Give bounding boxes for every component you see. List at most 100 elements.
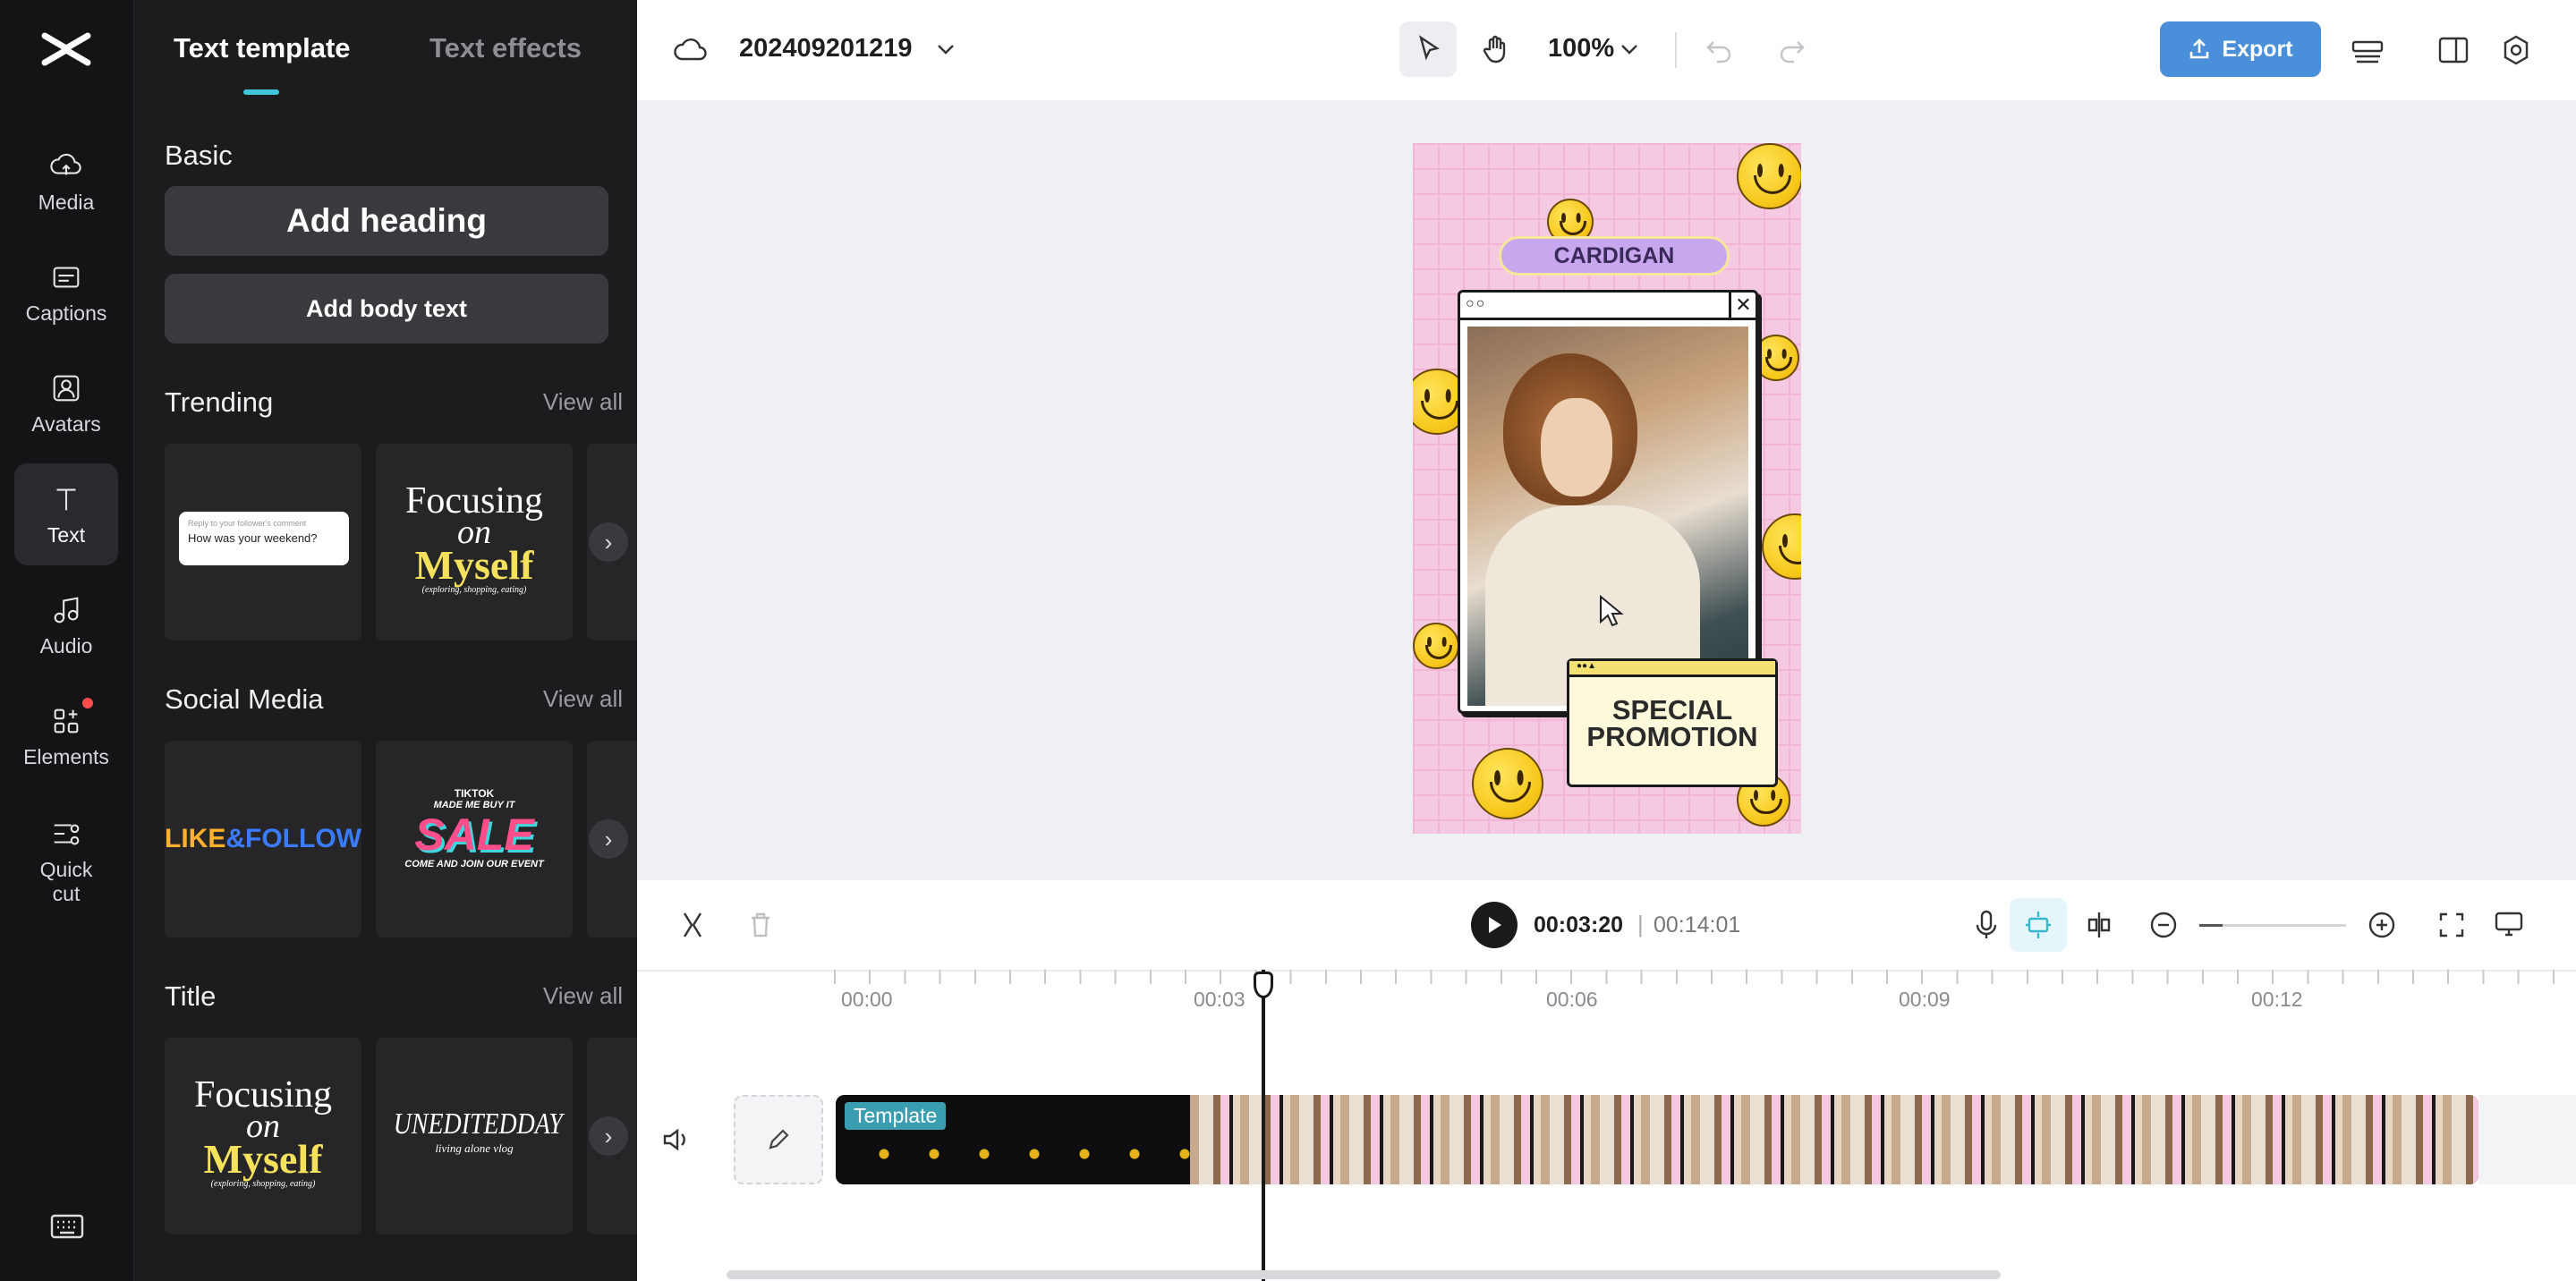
timeline-horizontal-scrollbar[interactable] [727, 1270, 2001, 1279]
comment-bubble: Reply to your follower's comment How was… [179, 512, 349, 565]
split-clip-button[interactable] [675, 907, 710, 943]
template-clip[interactable]: Template [836, 1095, 2478, 1184]
template-card-weekend[interactable]: Reply to your follower's comment How was… [165, 444, 361, 640]
avatar-icon [53, 375, 80, 401]
monitor-icon [2495, 912, 2523, 937]
photo-face-shape [1541, 398, 1612, 496]
comment-text: How was your weekend? [188, 531, 318, 545]
card-text-line: (exploring, shopping, eating) [210, 1179, 316, 1189]
tab-text-effects[interactable]: Text effects [429, 32, 582, 64]
play-button[interactable] [1471, 902, 1518, 948]
card-text-line: UNEDITEDDAY [393, 1107, 563, 1141]
cloud-sync-icon [674, 38, 707, 61]
template-card-focusing[interactable]: Focusing on Myself (exploring, shopping,… [376, 444, 573, 640]
playhead-handle[interactable] [1254, 971, 1273, 998]
timeline-ruler-ticks [834, 970, 2576, 984]
project-name[interactable]: 202409201219 [739, 34, 913, 64]
timeline-zoom-slider-fill [2199, 924, 2223, 927]
clip-dots-decoration [859, 1149, 1190, 1159]
cloud-sync-button[interactable] [673, 32, 709, 68]
export-icon [2190, 38, 2209, 59]
top-bar: 202409201219 100% Export [637, 0, 2576, 100]
section-title-trending: Trending [165, 386, 274, 418]
smiley-sticker [1737, 143, 1801, 209]
preview-canvas[interactable]: CARDIGAN ○○ ✕ ●●▲ SPECIAL PROMOTION [637, 100, 2576, 880]
quick-cut-icon [54, 824, 80, 845]
chevron-right-icon: › [604, 825, 613, 853]
smiley-sticker [1753, 335, 1799, 381]
align-button[interactable] [2081, 907, 2117, 943]
trending-view-all-link[interactable]: View all [543, 388, 623, 416]
rail-item-media[interactable]: Media [14, 131, 118, 233]
comment-reply-label: Reply to your follower's comment [188, 519, 307, 528]
fullscreen-button[interactable] [2434, 907, 2470, 943]
ruler-tick-label: 00:12 [2251, 988, 2303, 1011]
delete-button[interactable] [743, 907, 778, 943]
panel-layout-button[interactable] [2434, 32, 2473, 68]
undo-button[interactable] [1702, 32, 1738, 68]
rail-item-elements[interactable]: Elements [14, 685, 118, 787]
magnet-snap-toggle[interactable] [2010, 898, 2067, 952]
card-text-line: (exploring, shopping, eating) [421, 585, 527, 595]
zoom-out-button[interactable] [2146, 907, 2181, 943]
template-card-focusing-title[interactable]: Focusing on Myself (exploring, shopping,… [165, 1038, 361, 1234]
timeline[interactable]: 00:00 00:03 00:06 00:09 00:12 Template [637, 970, 2576, 1281]
layers-button[interactable] [2348, 32, 2387, 68]
undo-icon [1706, 41, 1731, 64]
fullscreen-icon [2439, 912, 2464, 937]
rail-item-text[interactable]: Text [14, 463, 118, 565]
zoom-level[interactable]: 100% [1548, 34, 1614, 64]
edit-cover-button[interactable] [734, 1095, 823, 1184]
playhead-line[interactable] [1262, 970, 1265, 1281]
template-card-uneditedday[interactable]: UNEDITEDDAY living alone vlog [376, 1038, 573, 1234]
promo-window: ●●▲ SPECIAL PROMOTION [1567, 658, 1778, 787]
keyboard-icon [50, 1214, 84, 1239]
section-title-basic: Basic [165, 140, 233, 171]
social-view-all-link[interactable]: View all [543, 685, 623, 713]
timeline-empty-area [2478, 1095, 2576, 1184]
total-time: 00:14:01 [1654, 912, 1741, 937]
capcut-logo[interactable] [39, 27, 93, 72]
template-card-like-follow[interactable]: LIKE &FOLLOW [165, 741, 361, 937]
chevron-right-icon: › [604, 1122, 613, 1150]
rail-item-audio[interactable]: Audio [14, 574, 118, 676]
card-text-like: LIKE [165, 824, 226, 853]
rail-item-captions[interactable]: Captions [14, 242, 118, 344]
mouse-cursor-icon [1598, 594, 1625, 634]
add-heading-button[interactable]: Add heading [165, 186, 608, 256]
project-menu-button[interactable] [932, 36, 959, 63]
snap-icon [2026, 912, 2051, 938]
hand-tool-button[interactable] [1467, 21, 1525, 77]
title-next-arrow[interactable]: › [589, 1116, 628, 1156]
tab-text-template[interactable]: Text template [174, 32, 351, 64]
card-text-line: living alone vlog [435, 1141, 514, 1155]
active-tab-indicator [243, 89, 279, 95]
poster-preview[interactable]: CARDIGAN ○○ ✕ ●●▲ SPECIAL PROMOTION [1413, 143, 1801, 834]
keyboard-shortcuts-button[interactable] [50, 1213, 84, 1240]
preview-options-button[interactable] [2489, 907, 2529, 943]
template-card-sale[interactable]: TIKTOK MADE ME BUY IT SALE COME AND JOIN… [376, 741, 573, 937]
timeline-zoom-slider[interactable] [2199, 924, 2346, 927]
export-button[interactable]: Export [2160, 21, 2321, 77]
clip-thumbnail-strip [1190, 1095, 2478, 1184]
rail-item-quick-cut[interactable]: Quick cut [14, 802, 118, 921]
title-view-all-link[interactable]: View all [543, 982, 623, 1010]
window-dots-icon: ○○ [1466, 296, 1487, 311]
track-mute-button[interactable] [659, 1122, 694, 1158]
time-separator: | [1637, 911, 1644, 937]
voiceover-button[interactable] [1968, 907, 2004, 943]
settings-button[interactable] [2496, 30, 2536, 70]
rail-item-avatars[interactable]: Avatars [14, 352, 118, 454]
chevron-down-icon [1621, 45, 1637, 55]
promo-line: SPECIAL [1611, 694, 1733, 725]
card-text-line: TIKTOK [454, 787, 495, 800]
social-next-arrow[interactable]: › [589, 819, 628, 859]
select-tool-button[interactable] [1399, 21, 1457, 77]
trending-next-arrow[interactable]: › [589, 522, 628, 562]
zoom-dropdown-button[interactable] [1616, 36, 1643, 63]
ruler-tick-label: 00:03 [1194, 988, 1245, 1011]
cursor-arrow-icon [1418, 35, 1440, 61]
zoom-in-button[interactable] [2364, 907, 2400, 943]
redo-button[interactable] [1773, 32, 1809, 68]
add-body-text-button[interactable]: Add body text [165, 274, 608, 344]
